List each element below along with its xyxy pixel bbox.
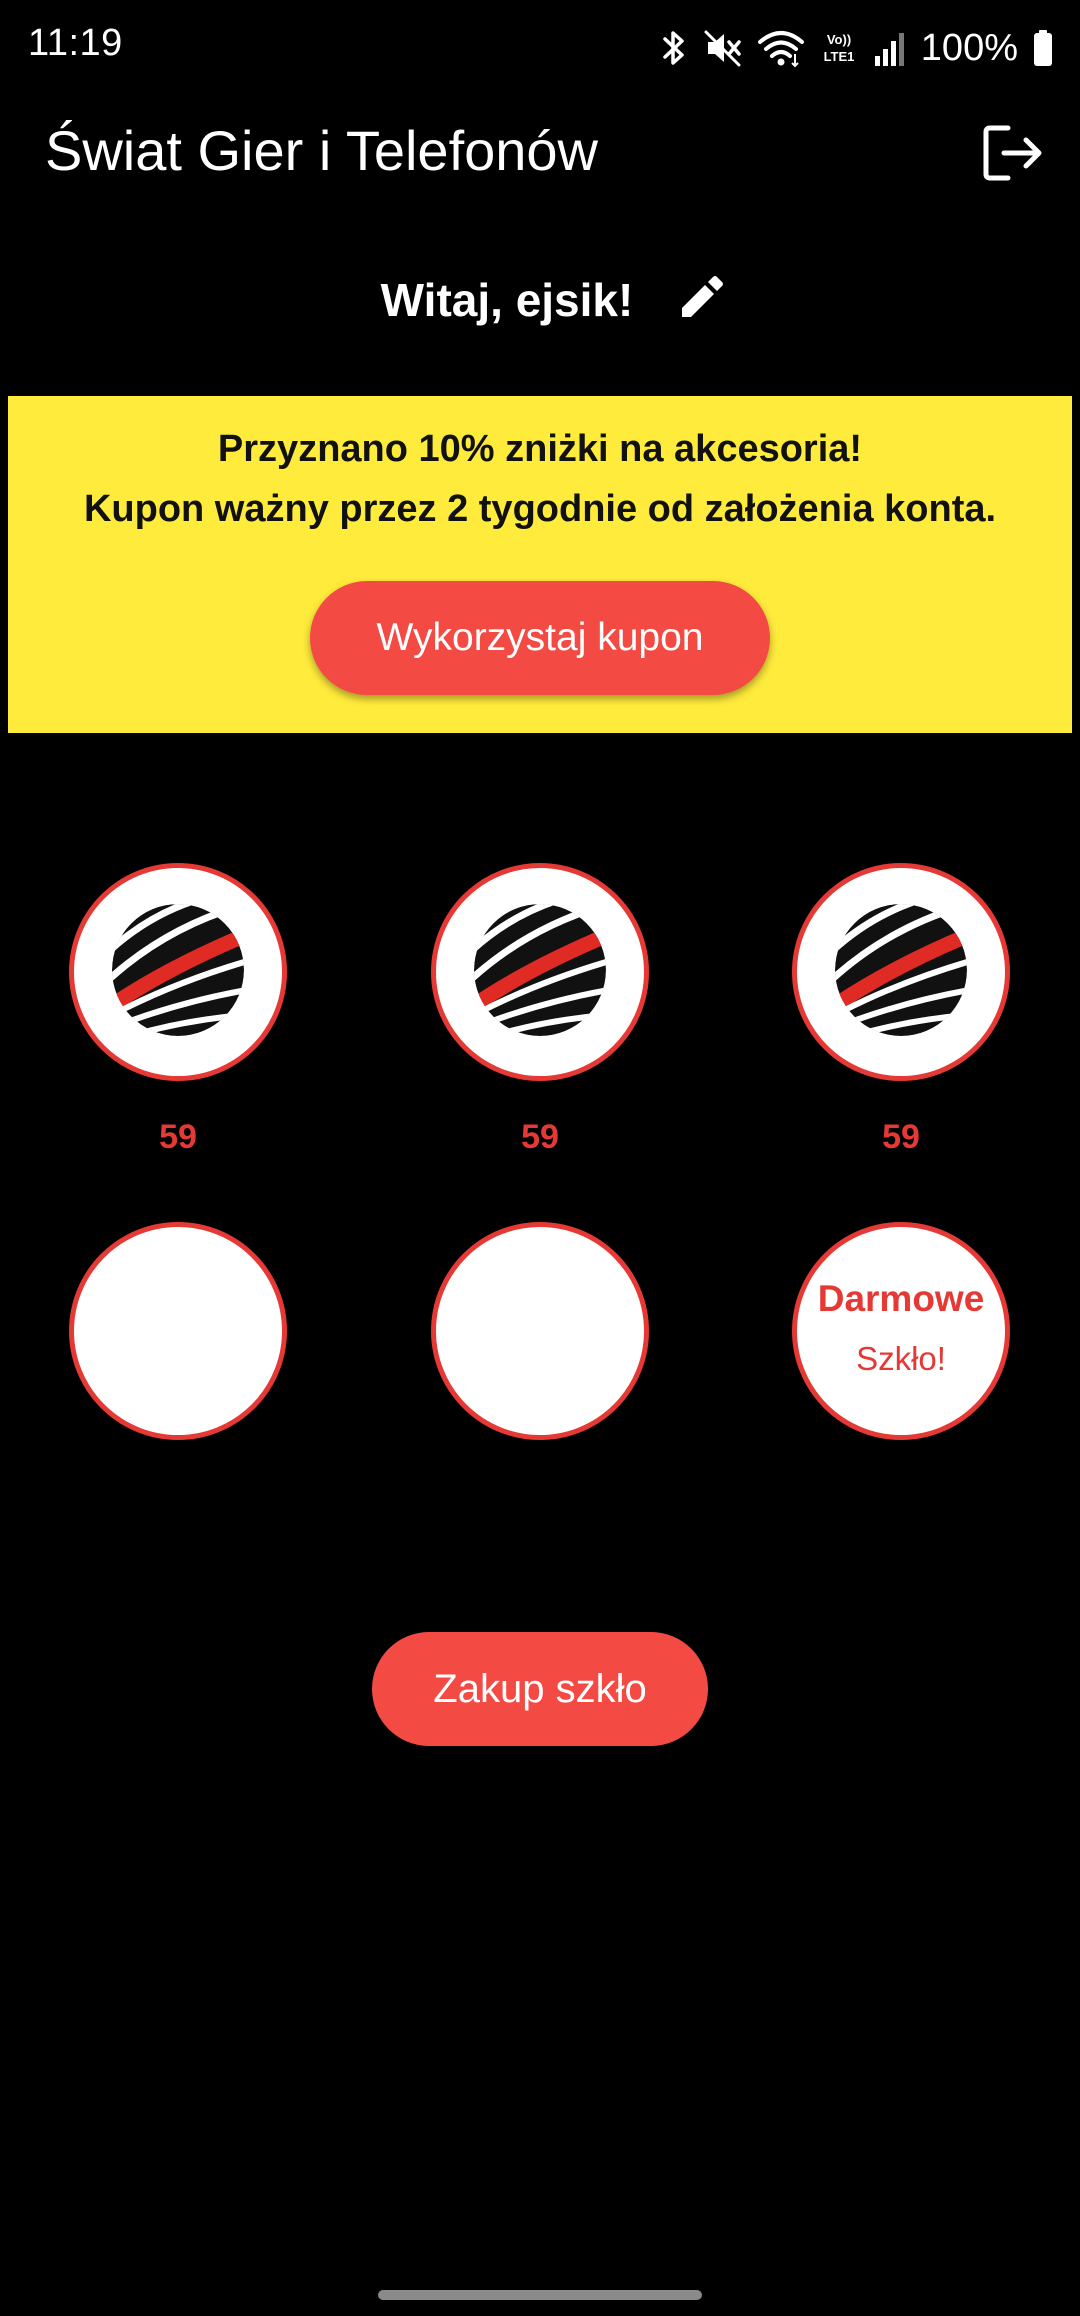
wifi-icon bbox=[757, 28, 805, 68]
svg-text:Vo)): Vo)) bbox=[827, 32, 851, 47]
svg-text:LTE1: LTE1 bbox=[823, 49, 854, 64]
volte-icon: Vo)) LTE1 bbox=[819, 28, 859, 68]
status-time: 11:19 bbox=[28, 22, 123, 64]
stamp-1-count: 59 bbox=[159, 1118, 197, 1156]
battery-icon bbox=[1032, 28, 1054, 68]
free-reward-subtitle: Szkło! bbox=[856, 1340, 946, 1377]
brand-logo-stamp-icon bbox=[108, 900, 248, 1045]
mute-icon bbox=[703, 28, 743, 68]
stamp-3[interactable] bbox=[792, 863, 1010, 1081]
app-title: Świat Gier i Telefonów bbox=[45, 119, 598, 182]
purchase-glass-button[interactable]: Zakup szkło bbox=[372, 1632, 708, 1746]
status-icons: Vo)) LTE1 100% bbox=[659, 20, 1054, 76]
coupon-banner: Przyznano 10% zniżki na akcesoria! Kupon… bbox=[8, 396, 1072, 733]
gesture-nav-handle[interactable] bbox=[378, 2290, 702, 2300]
stamp-2-count: 59 bbox=[521, 1118, 559, 1156]
stamp-2[interactable] bbox=[431, 863, 649, 1081]
stamp-3-count: 59 bbox=[882, 1118, 920, 1156]
brand-logo-stamp-icon bbox=[831, 900, 971, 1045]
logout-icon bbox=[982, 123, 1044, 188]
free-glass-reward-stamp[interactable]: Darmowe Szkło! bbox=[792, 1222, 1010, 1440]
free-reward-title: Darmowe bbox=[817, 1278, 985, 1319]
greeting-text: Witaj, ejsik! bbox=[380, 274, 634, 326]
logout-button[interactable] bbox=[978, 120, 1048, 190]
coupon-validity-text: Kupon ważny przez 2 tygodnie od założeni… bbox=[83, 488, 997, 530]
battery-percent: 100% bbox=[920, 26, 1018, 69]
stamp-4-empty[interactable] bbox=[69, 1222, 287, 1440]
signal-icon bbox=[873, 28, 907, 68]
pencil-icon bbox=[678, 275, 724, 326]
coupon-discount-text: Przyznano 10% zniżki na akcesoria! bbox=[217, 428, 863, 470]
stamp-5-empty[interactable] bbox=[431, 1222, 649, 1440]
status-bar: 11:19 Vo)) LTE1 100% bbox=[0, 0, 1080, 96]
brand-logo-stamp-icon bbox=[470, 900, 610, 1045]
bluetooth-icon bbox=[659, 28, 689, 68]
use-coupon-button[interactable]: Wykorzystaj kupon bbox=[310, 581, 770, 695]
stamp-1[interactable] bbox=[69, 863, 287, 1081]
edit-name-button[interactable] bbox=[673, 272, 729, 328]
greeting-row: Witaj, ejsik! bbox=[0, 262, 1080, 338]
